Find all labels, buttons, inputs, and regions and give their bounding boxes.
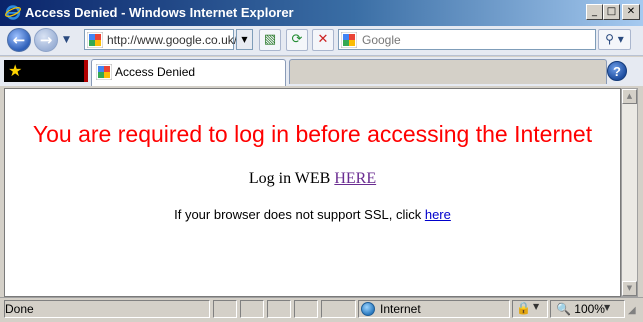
protected-mode-icon: 🔒 xyxy=(516,301,531,315)
new-tab-button[interactable] xyxy=(289,59,607,84)
stop-button[interactable]: ✕ xyxy=(312,29,334,51)
help-button[interactable]: ? xyxy=(607,61,627,81)
zoom-level: 🔍 100% xyxy=(556,302,605,316)
status-pane-blank xyxy=(294,300,318,318)
close-button[interactable]: ✕ xyxy=(622,4,640,20)
vertical-scrollbar[interactable] xyxy=(621,88,638,297)
resize-grip-icon[interactable]: ◢ xyxy=(628,305,640,317)
search-button[interactable]: ⚲ ▾ xyxy=(598,29,631,50)
compatibility-view-button[interactable]: ▧ xyxy=(259,29,281,51)
back-arrow-icon: ← xyxy=(12,31,26,49)
login-prefix: Log in WEB xyxy=(248,170,335,187)
search-input[interactable]: Google xyxy=(362,33,401,47)
recent-pages-dropdown[interactable]: ▼ xyxy=(63,35,70,45)
chevron-down-icon: ▼ xyxy=(533,302,540,311)
status-pane-progress xyxy=(213,300,237,318)
window-title: Access Denied - Windows Internet Explore… xyxy=(25,5,294,20)
address-dropdown-button[interactable]: ▼ xyxy=(236,29,253,50)
page-heading: You are required to log in before access… xyxy=(32,121,593,147)
google-favicon-icon xyxy=(87,32,103,48)
internet-explorer-icon xyxy=(5,5,21,20)
status-pane-blank xyxy=(321,300,356,318)
forward-arrow-icon: → xyxy=(39,31,53,49)
help-icon: ? xyxy=(613,64,621,79)
forward-button[interactable]: → xyxy=(34,28,58,52)
minimize-button[interactable]: _ xyxy=(586,4,603,20)
maximize-button[interactable]: □ xyxy=(603,4,620,20)
login-here-link[interactable]: HERE xyxy=(334,170,376,187)
status-pane-blank xyxy=(267,300,291,318)
back-button[interactable]: ← xyxy=(7,28,31,52)
scroll-up-button[interactable]: ▲ xyxy=(622,89,637,104)
status-pane-blank xyxy=(240,300,264,318)
stop-icon: ✕ xyxy=(317,32,329,47)
favorites-bar-divider xyxy=(84,60,88,82)
login-line: Log in WEB HERE xyxy=(4,170,621,188)
ssl-line: If your browser does not support SSL, cl… xyxy=(4,207,621,222)
ssl-here-link[interactable]: here xyxy=(425,207,451,222)
zoom-value: 100% xyxy=(574,302,605,316)
scroll-down-button[interactable]: ▼ xyxy=(622,281,637,296)
ssl-prefix: If your browser does not support SSL, cl… xyxy=(174,207,425,222)
favorites-star-icon: ★ xyxy=(8,61,23,80)
security-zone-label: Internet xyxy=(380,302,421,316)
favorites-button[interactable]: ★ xyxy=(4,60,86,82)
google-search-provider-icon xyxy=(341,32,357,48)
google-favicon-icon xyxy=(96,64,112,80)
compatibility-view-icon: ▧ xyxy=(263,32,277,47)
address-input[interactable]: http://www.google.co.uk/ xyxy=(107,33,237,47)
refresh-button[interactable]: ⟳ xyxy=(286,29,308,51)
internet-zone-globe-icon xyxy=(361,302,375,316)
refresh-icon: ⟳ xyxy=(291,32,303,47)
zoom-dropdown-icon[interactable]: ▼ xyxy=(604,303,610,312)
tab-label: Access Denied xyxy=(115,65,196,79)
page-viewport xyxy=(4,88,621,297)
status-pane-main xyxy=(4,300,210,318)
search-magnifier-icon: ⚲ ▾ xyxy=(605,32,624,46)
